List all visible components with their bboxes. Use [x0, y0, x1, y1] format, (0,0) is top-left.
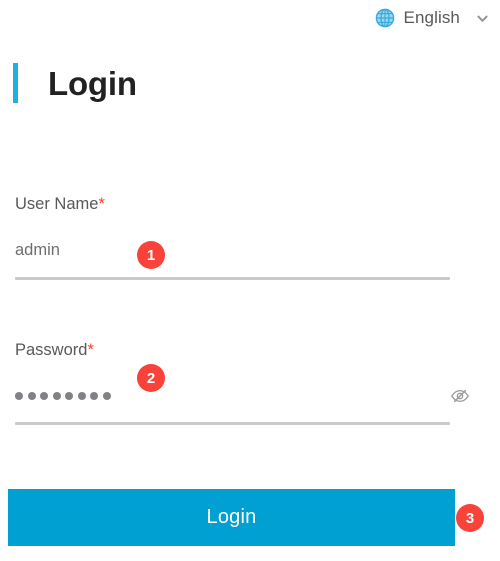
username-input[interactable]: admin — [15, 242, 60, 259]
language-selector[interactable]: English — [375, 8, 490, 28]
password-input[interactable] — [15, 388, 111, 404]
password-mask-dot — [77, 392, 86, 400]
password-mask-dot — [90, 392, 98, 400]
eye-slash-icon[interactable] — [450, 386, 470, 406]
globe-icon — [375, 8, 395, 28]
language-label: English — [403, 8, 460, 27]
password-required-marker: * — [87, 340, 94, 359]
password-mask-dot — [65, 392, 73, 400]
username-underline — [15, 276, 450, 280]
login-button[interactable]: Login — [8, 489, 455, 546]
chevron-down-icon[interactable] — [475, 11, 490, 26]
callout-badge-1: 1 — [137, 241, 165, 269]
username-input-row[interactable]: admin — [15, 236, 485, 266]
password-mask-dot — [27, 392, 36, 400]
password-mask-dot — [40, 392, 48, 400]
login-form: User Name* admin Password* — [0, 190, 500, 425]
username-field-group: User Name* admin — [0, 190, 500, 280]
password-mask-dot — [52, 392, 61, 400]
page-title-row: Login — [13, 62, 137, 104]
language-bar: English — [0, 0, 500, 36]
username-label: User Name* — [15, 190, 485, 213]
password-mask-dot — [102, 392, 111, 400]
page-title: Login — [48, 64, 137, 102]
username-required-marker: * — [98, 195, 105, 213]
password-underline — [15, 422, 450, 425]
password-field-group: Password* — [0, 336, 500, 425]
callout-badge-3: 3 — [456, 504, 484, 532]
username-label-text: User Name — [15, 195, 99, 213]
password-mask-dot — [15, 392, 23, 400]
password-label-text: Password — [15, 340, 88, 359]
password-label: Password* — [15, 336, 485, 359]
title-accent-bar — [13, 63, 18, 103]
callout-badge-2: 2 — [137, 364, 165, 392]
password-input-row[interactable] — [15, 381, 485, 411]
